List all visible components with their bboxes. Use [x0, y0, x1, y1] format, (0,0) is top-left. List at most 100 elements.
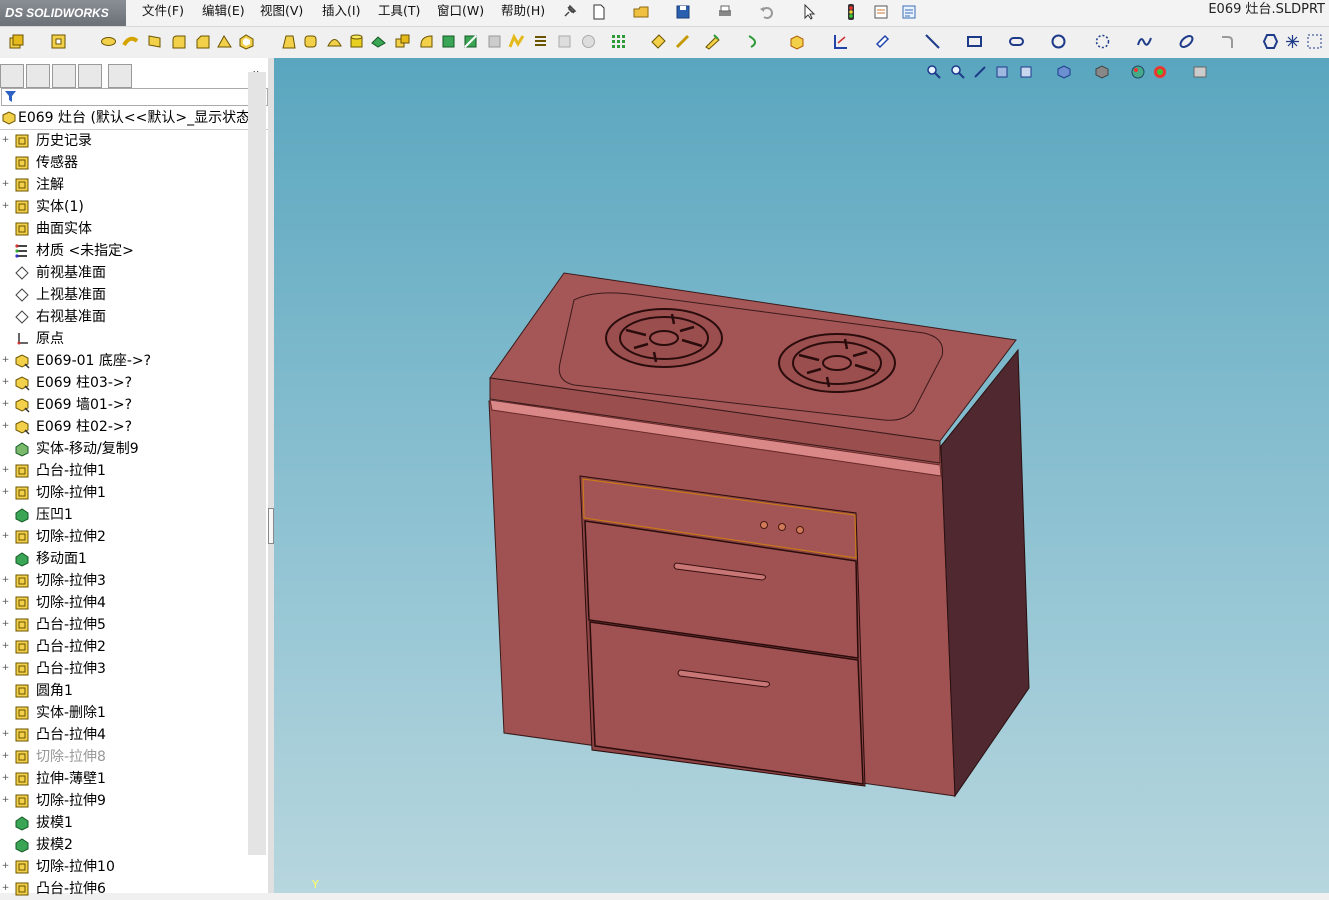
tree-item[interactable]: + 切除-拉伸3: [0, 570, 248, 592]
tree-item[interactable]: 实体-移动/复制9: [0, 438, 248, 460]
tree-item[interactable]: + 切除-拉伸10: [0, 856, 248, 878]
point-tool-icon[interactable]: [1284, 33, 1301, 50]
expand-icon[interactable]: +: [1, 400, 10, 409]
expand-icon[interactable]: +: [1, 598, 10, 607]
options-icon[interactable]: [900, 3, 918, 21]
expand-icon[interactable]: +: [1, 752, 10, 761]
centerline-tool-icon[interactable]: [1306, 33, 1323, 50]
dome-tool-icon[interactable]: [326, 33, 343, 50]
wrap-tool-icon[interactable]: [302, 33, 319, 50]
ellipse-tool-icon[interactable]: [1178, 33, 1195, 50]
tree-item[interactable]: 拔模2: [0, 834, 248, 856]
tree-item[interactable]: + 凸台-拉伸6: [0, 878, 248, 900]
tree-item[interactable]: + 凸台-拉伸2: [0, 636, 248, 658]
tree-item[interactable]: 传感器: [0, 152, 248, 174]
rebuild-traffic-light-icon[interactable]: [842, 3, 860, 21]
expand-icon[interactable]: +: [1, 180, 10, 189]
tree-item[interactable]: + 历史记录: [0, 130, 248, 152]
tree-item[interactable]: + E069 墙01->?: [0, 394, 248, 416]
menu-tools[interactable]: 工具(T): [378, 0, 420, 26]
cylinder-tool-icon[interactable]: [348, 33, 365, 50]
open-folder-icon[interactable]: [632, 3, 650, 21]
expand-icon[interactable]: +: [1, 378, 10, 387]
expand-icon[interactable]: +: [1, 730, 10, 739]
tree-item[interactable]: + 实体(1): [0, 196, 248, 218]
save-icon[interactable]: [674, 3, 692, 21]
filter-input[interactable]: [1, 88, 268, 106]
helix-tool-icon[interactable]: [532, 33, 549, 50]
boss-extrude-tool-icon[interactable]: [8, 33, 25, 50]
reference-geometry-tool-icon[interactable]: [650, 33, 667, 50]
tree-item[interactable]: + E069-01 底座->?: [0, 350, 248, 372]
tree-item[interactable]: + 切除-拉伸1: [0, 482, 248, 504]
tree-item[interactable]: + E069 柱03->?: [0, 372, 248, 394]
menu-help[interactable]: 帮助(H): [501, 0, 545, 26]
tab-dimxpert[interactable]: [78, 64, 102, 88]
feature-tree-scrollbar[interactable]: [248, 72, 266, 855]
tree-item[interactable]: + 切除-拉伸2: [0, 526, 248, 548]
arc-tool-icon[interactable]: [1094, 33, 1111, 50]
expand-icon[interactable]: +: [1, 642, 10, 651]
tree-item[interactable]: + 凸台-拉伸1: [0, 460, 248, 482]
expand-icon[interactable]: +: [1, 532, 10, 541]
select-pointer-icon[interactable]: [800, 3, 818, 21]
freeform-tool-icon-disabled[interactable]: [556, 33, 573, 50]
tab-feature-manager[interactable]: [0, 64, 24, 88]
tree-item[interactable]: 前视基准面: [0, 262, 248, 284]
stove-cabinet-model[interactable]: [274, 58, 1329, 893]
tab-configuration-manager[interactable]: [52, 64, 76, 88]
indent-tool-icon[interactable]: [370, 33, 387, 50]
solidworks-logo[interactable]: DS SOLIDWORKS: [0, 0, 126, 26]
spline-tool-icon[interactable]: [1136, 33, 1153, 50]
new-document-icon[interactable]: [590, 3, 608, 21]
tree-item[interactable]: + 切除-拉伸8: [0, 746, 248, 768]
smart-dimension-tool-icon[interactable]: [746, 33, 763, 50]
measure-tool-icon[interactable]: [874, 33, 891, 50]
undo-icon[interactable]: [758, 3, 776, 21]
sweep-tool-icon[interactable]: [122, 33, 139, 50]
expand-icon[interactable]: +: [1, 576, 10, 585]
tree-item[interactable]: + 切除-拉伸4: [0, 592, 248, 614]
menu-edit[interactable]: 编辑(E): [202, 0, 245, 26]
move-face-tool-icon[interactable]: [440, 33, 457, 50]
file-properties-icon[interactable]: [872, 3, 890, 21]
tree-item[interactable]: 移动面1: [0, 548, 248, 570]
tree-item[interactable]: 原点: [0, 328, 248, 350]
split-tool-icon[interactable]: [462, 33, 479, 50]
menu-window[interactable]: 窗口(W): [437, 0, 484, 26]
expand-icon[interactable]: +: [1, 422, 10, 431]
tree-item[interactable]: + 拉伸-薄壁1: [0, 768, 248, 790]
tree-item[interactable]: 材质 <未指定>: [0, 240, 248, 262]
control-knob-2[interactable]: [778, 523, 786, 531]
mirror-tool-icon-disabled[interactable]: [486, 33, 503, 50]
draft-tool-icon[interactable]: [280, 33, 297, 50]
expand-icon[interactable]: +: [1, 356, 10, 365]
tree-item[interactable]: 压凹1: [0, 504, 248, 526]
tree-item[interactable]: 拔模1: [0, 812, 248, 834]
smart-dimension-sketch-icon[interactable]: [832, 33, 849, 50]
sketch-tool-icon[interactable]: [704, 33, 721, 50]
menu-view[interactable]: 视图(V): [260, 0, 303, 26]
curves-tool-icon[interactable]: [674, 33, 691, 50]
tree-item[interactable]: + 注解: [0, 174, 248, 196]
expand-icon[interactable]: +: [1, 774, 10, 783]
deform-tool-icon[interactable]: [418, 33, 435, 50]
instant3d-tool-icon[interactable]: [788, 33, 805, 50]
expand-icon[interactable]: +: [1, 136, 10, 145]
rib-tool-icon[interactable]: [216, 33, 233, 50]
combine-tool-icon[interactable]: [394, 33, 411, 50]
tree-item[interactable]: 上视基准面: [0, 284, 248, 306]
tree-root-part[interactable]: E069 灶台 (默认<<默认>_显示状态 ∧: [0, 107, 268, 130]
loft-tool-icon[interactable]: [146, 33, 163, 50]
tab-display-manager[interactable]: [108, 64, 132, 88]
tree-item[interactable]: + E069 柱02->?: [0, 416, 248, 438]
expand-icon[interactable]: +: [1, 884, 10, 893]
chamfer-tool-icon[interactable]: [194, 33, 211, 50]
menu-file[interactable]: 文件(F): [142, 0, 184, 26]
circle-tool-icon[interactable]: [1050, 33, 1067, 50]
tree-item[interactable]: + 凸台-拉伸5: [0, 614, 248, 636]
tab-property-manager[interactable]: [26, 64, 50, 88]
rectangle-tool-icon[interactable]: [966, 33, 983, 50]
revolve-tool-icon[interactable]: [100, 33, 117, 50]
tree-item[interactable]: 右视基准面: [0, 306, 248, 328]
